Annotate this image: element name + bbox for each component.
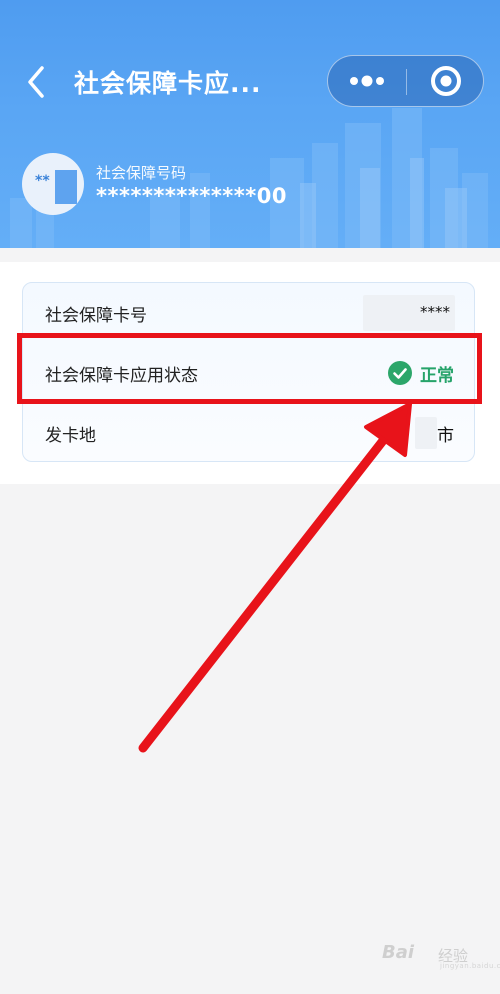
- more-dots-icon: [350, 75, 384, 87]
- close-button[interactable]: [407, 56, 485, 106]
- card-number-value: ****: [420, 303, 450, 321]
- more-button[interactable]: [328, 56, 406, 106]
- close-target-icon: [431, 66, 461, 96]
- baidu-watermark: Bai 经验 jingyan.baidu.com: [382, 938, 500, 972]
- issue-place-label: 发卡地: [45, 426, 96, 446]
- header-banner: [0, 0, 500, 248]
- card-number-label: 社会保障卡号: [45, 306, 147, 326]
- ss-number-label: 社会保障号码: [96, 164, 187, 182]
- issue-place-value: 市: [437, 426, 454, 446]
- highlight-box: [17, 333, 482, 404]
- watermark-text: Bai: [382, 942, 415, 963]
- ss-number-value: **************00: [96, 184, 287, 208]
- back-button[interactable]: [20, 60, 56, 104]
- watermark-subtext: jingyan.baidu.com: [440, 962, 500, 970]
- page-title: 社会保障卡应...: [74, 69, 262, 98]
- avatar-text: **: [35, 173, 50, 189]
- masked-value-blur: [415, 417, 437, 449]
- back-chevron-icon: [28, 66, 44, 98]
- issue-place-row: 发卡地 市: [23, 403, 476, 463]
- avatar-mask: [55, 170, 77, 204]
- avatar: **: [22, 153, 84, 215]
- mini-program-capsule: [327, 55, 484, 107]
